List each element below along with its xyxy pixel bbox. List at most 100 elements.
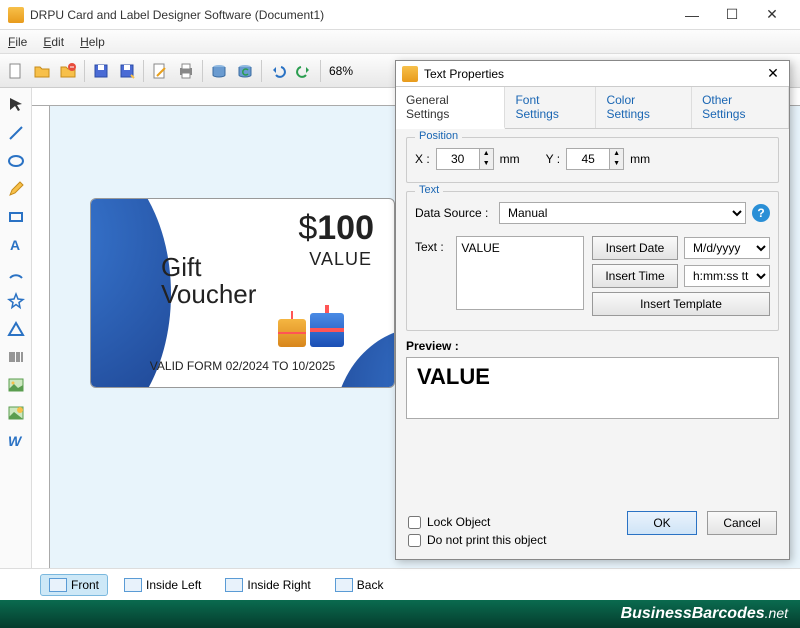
footer: BusinessBarcodes.net xyxy=(0,600,800,628)
gift-box-icon xyxy=(278,319,306,347)
lock-object-checkbox[interactable]: Lock Object xyxy=(408,515,617,529)
tab-other-settings[interactable]: Other Settings xyxy=(692,87,789,128)
x-unit: mm xyxy=(500,152,520,166)
text-textarea[interactable]: VALUE xyxy=(456,236,584,310)
y-spinner[interactable]: ▲▼ xyxy=(566,148,624,170)
dialog-tabs: General Settings Font Settings Color Set… xyxy=(396,87,789,129)
data-source-label: Data Source : xyxy=(415,206,493,220)
page-icon xyxy=(225,578,243,592)
undo-icon[interactable] xyxy=(266,59,290,83)
close-button[interactable]: ✕ xyxy=(752,1,792,29)
tab-font-settings[interactable]: Font Settings xyxy=(505,87,596,128)
data-source-select[interactable]: Manual xyxy=(499,202,746,224)
dialog-titlebar[interactable]: Text Properties ✕ xyxy=(396,61,789,87)
svg-text:W: W xyxy=(8,433,23,449)
database-refresh-icon[interactable] xyxy=(233,59,257,83)
text-label: Text : xyxy=(415,236,448,254)
ruler-vertical xyxy=(32,106,50,568)
titlebar: DRPU Card and Label Designer Software (D… xyxy=(0,0,800,30)
x-input[interactable] xyxy=(437,152,479,166)
image-icon[interactable] xyxy=(5,374,27,396)
image-library-icon[interactable] xyxy=(5,402,27,424)
minimize-button[interactable]: — xyxy=(672,1,712,29)
ok-button[interactable]: OK xyxy=(627,511,697,535)
menu-edit[interactable]: Edit xyxy=(43,35,64,49)
page-icon xyxy=(49,578,67,592)
position-fieldset: Position X : ▲▼ mm Y : ▲▼ mm xyxy=(406,137,779,183)
gift-box-icon xyxy=(310,313,344,347)
y-unit: mm xyxy=(630,152,650,166)
card-value-label: VALUE xyxy=(309,249,372,270)
spin-down-icon[interactable]: ▼ xyxy=(479,159,493,169)
side-toolbar: A W xyxy=(0,88,32,568)
text-properties-dialog: Text Properties ✕ General Settings Font … xyxy=(395,60,790,560)
print-icon[interactable] xyxy=(174,59,198,83)
do-not-print-checkbox[interactable]: Do not print this object xyxy=(408,533,617,547)
new-icon[interactable] xyxy=(4,59,28,83)
maximize-button[interactable]: ☐ xyxy=(712,1,752,29)
tab-inside-right[interactable]: Inside Right xyxy=(217,575,318,595)
position-legend: Position xyxy=(415,130,462,142)
menubar: File Edit Help xyxy=(0,30,800,54)
cancel-button[interactable]: Cancel xyxy=(707,511,777,535)
tab-color-settings[interactable]: Color Settings xyxy=(596,87,692,128)
insert-time-button[interactable]: Insert Time xyxy=(592,264,678,288)
date-format-select[interactable]: M/d/yyyy xyxy=(684,237,770,259)
wordart-icon[interactable]: W xyxy=(5,430,27,452)
x-spinner[interactable]: ▲▼ xyxy=(436,148,494,170)
brand-logo: BusinessBarcodes.net xyxy=(621,605,788,623)
tab-back[interactable]: Back xyxy=(327,575,392,595)
zoom-value[interactable]: 68% xyxy=(329,64,353,78)
save-icon[interactable] xyxy=(89,59,113,83)
triangle-icon[interactable] xyxy=(5,318,27,340)
preview-label: Preview : xyxy=(406,339,779,353)
open-remove-icon[interactable] xyxy=(56,59,80,83)
y-input[interactable] xyxy=(567,152,609,166)
menu-file[interactable]: File xyxy=(8,35,27,49)
insert-template-button[interactable]: Insert Template xyxy=(592,292,770,316)
line-icon[interactable] xyxy=(5,122,27,144)
preview-value: VALUE xyxy=(417,364,768,390)
page-icon xyxy=(124,578,142,592)
insert-date-button[interactable]: Insert Date xyxy=(592,236,678,260)
database-icon[interactable] xyxy=(207,59,231,83)
tab-general-settings[interactable]: General Settings xyxy=(396,87,505,129)
app-icon xyxy=(8,7,24,23)
star-icon[interactable] xyxy=(5,290,27,312)
dialog-close-icon[interactable]: ✕ xyxy=(763,65,783,82)
time-format-select[interactable]: h:mm:ss tt xyxy=(684,265,770,287)
y-label: Y : xyxy=(546,152,560,166)
menu-help[interactable]: Help xyxy=(80,35,105,49)
rect-icon[interactable] xyxy=(5,206,27,228)
text-fieldset: Text Data Source : Manual ? Text : VALUE… xyxy=(406,191,779,331)
svg-text:A: A xyxy=(10,237,20,253)
card-price: $100 xyxy=(298,209,374,248)
page-icon xyxy=(335,578,353,592)
edit-icon[interactable] xyxy=(148,59,172,83)
spin-down-icon[interactable]: ▼ xyxy=(609,159,623,169)
text-icon[interactable]: A xyxy=(5,234,27,256)
dialog-icon xyxy=(402,66,418,82)
redo-icon[interactable] xyxy=(292,59,316,83)
arc-icon[interactable] xyxy=(5,262,27,284)
ellipse-icon[interactable] xyxy=(5,150,27,172)
card-valid-text: VALID FORM 02/2024 TO 10/2025 xyxy=(91,359,394,373)
tab-inside-left[interactable]: Inside Left xyxy=(116,575,209,595)
preview-box: VALUE xyxy=(406,357,779,419)
pencil-icon[interactable] xyxy=(5,178,27,200)
open-icon[interactable] xyxy=(30,59,54,83)
spin-up-icon[interactable]: ▲ xyxy=(609,149,623,159)
pointer-icon[interactable] xyxy=(5,94,27,116)
tab-front[interactable]: Front xyxy=(40,574,108,596)
spin-up-icon[interactable]: ▲ xyxy=(479,149,493,159)
save-as-icon[interactable] xyxy=(115,59,139,83)
card-design[interactable]: $100 VALUE GiftVoucher VALID FORM 02/202… xyxy=(90,198,395,388)
page-tabs: Front Inside Left Inside Right Back xyxy=(0,568,800,600)
barcode-icon[interactable] xyxy=(5,346,27,368)
window-title: DRPU Card and Label Designer Software (D… xyxy=(30,8,672,22)
dialog-title: Text Properties xyxy=(424,67,763,81)
text-legend: Text xyxy=(415,184,443,196)
card-gift-voucher: GiftVoucher xyxy=(161,254,256,308)
x-label: X : xyxy=(415,152,430,166)
help-icon[interactable]: ? xyxy=(752,204,770,222)
